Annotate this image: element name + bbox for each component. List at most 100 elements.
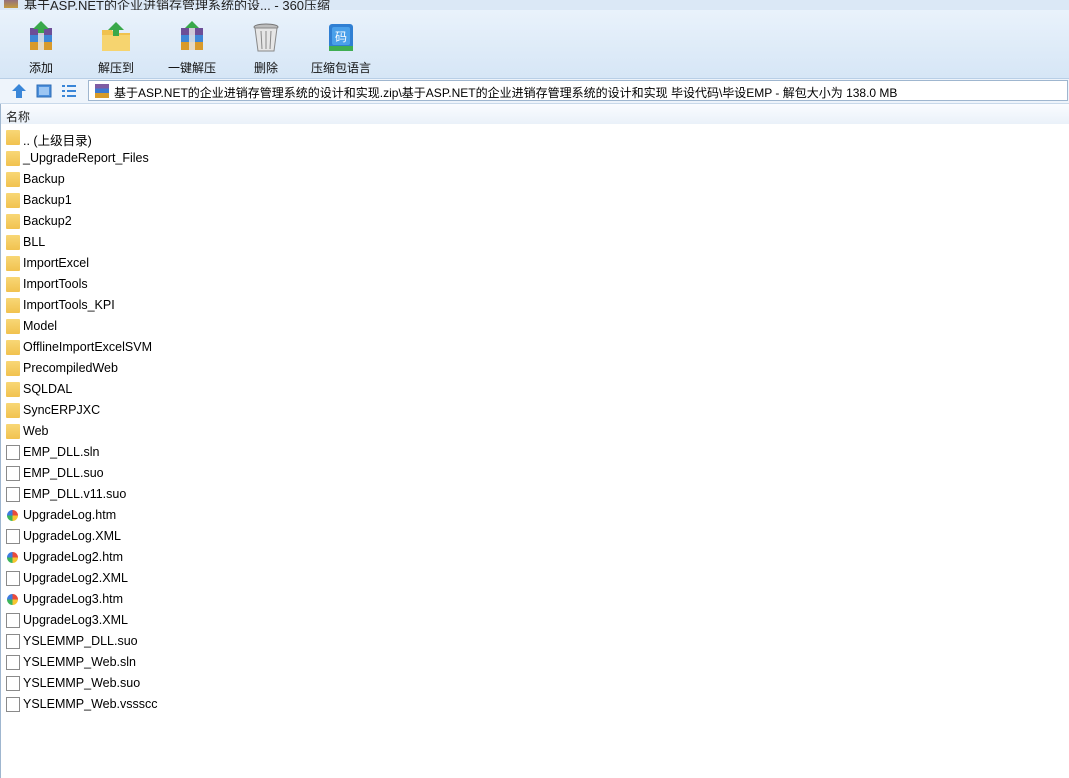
folder-icon — [6, 361, 20, 376]
title-bar: 基于ASP.NET的企业进销存管理系统的设... - 360压缩 — [0, 0, 1069, 10]
list-item[interactable]: UpgradeLog2.htm — [0, 547, 1069, 568]
item-name: Backup — [23, 172, 65, 186]
list-item[interactable]: OfflineImportExcelSVM — [0, 337, 1069, 358]
folder-icon — [6, 193, 20, 208]
archive-language-button[interactable]: 码 压缩包语言 — [306, 10, 376, 76]
item-name: UpgradeLog3.XML — [23, 613, 128, 627]
list-item[interactable]: Web — [0, 421, 1069, 442]
folder-icon — [6, 172, 20, 187]
list-item[interactable]: UpgradeLog3.htm — [0, 589, 1069, 610]
folder-icon — [6, 319, 20, 334]
toolbar: 添加 解压到 一键解压 删除 码 压缩包语言 — [0, 10, 1069, 79]
item-name: YSLEMMP_Web.suo — [23, 676, 141, 690]
web-page-icon — [7, 594, 18, 605]
list-item[interactable]: UpgradeLog3.XML — [0, 610, 1069, 631]
item-name: PrecompiledWeb — [23, 361, 118, 375]
list-item[interactable]: YSLEMMP_Web.suo — [0, 673, 1069, 694]
path-field[interactable]: 基于ASP.NET的企业进销存管理系统的设计和实现.zip\基于ASP.NET的… — [88, 80, 1068, 101]
file-icon — [6, 571, 20, 586]
name-column-header[interactable]: 名称 — [6, 108, 30, 125]
navigation-bar: 基于ASP.NET的企业进销存管理系统的设计和实现.zip\基于ASP.NET的… — [0, 79, 1069, 104]
item-name: Web — [23, 424, 49, 438]
one-click-extract-icon — [181, 21, 203, 50]
extract-to-button[interactable]: 解压到 — [88, 10, 144, 76]
file-icon — [6, 613, 20, 628]
list-item[interactable]: UpgradeLog.htm — [0, 505, 1069, 526]
folder-icon — [6, 256, 20, 271]
list-item[interactable]: EMP_DLL.v11.suo — [0, 484, 1069, 505]
item-name: BLL — [23, 235, 46, 249]
folder-icon — [6, 151, 20, 166]
window-title: 基于ASP.NET的企业进销存管理系统的设... - 360压缩 — [24, 0, 331, 10]
file-icon — [6, 529, 20, 544]
path-text: 基于ASP.NET的企业进销存管理系统的设计和实现.zip\基于ASP.NET的… — [114, 86, 898, 100]
list-item[interactable]: .. (上级目录) — [0, 127, 1069, 148]
list-item[interactable]: YSLEMMP_DLL.suo — [0, 631, 1069, 652]
item-name: SQLDAL — [23, 382, 73, 396]
folder-icon — [6, 424, 20, 439]
item-name: Model — [23, 319, 58, 333]
folder-icon — [6, 277, 20, 292]
list-item[interactable]: Backup1 — [0, 190, 1069, 211]
list-item[interactable]: ImportTools_KPI — [0, 295, 1069, 316]
list-item[interactable]: BLL — [0, 232, 1069, 253]
item-name: YSLEMMP_Web.sln — [23, 655, 137, 669]
list-item[interactable]: PrecompiledWeb — [0, 358, 1069, 379]
folder-icon — [6, 403, 20, 418]
list-item[interactable]: Backup2 — [0, 211, 1069, 232]
folder-icon — [6, 340, 20, 355]
item-name: Backup2 — [23, 214, 72, 228]
file-icon — [6, 487, 20, 502]
extract-to-icon — [102, 22, 130, 51]
list-item[interactable]: UpgradeLog.XML — [0, 526, 1069, 547]
item-name: YSLEMMP_Web.vssscc — [23, 697, 158, 711]
item-name: UpgradeLog.XML — [23, 529, 121, 543]
item-name: .. (上级目录) — [23, 134, 92, 148]
list-view-icon[interactable] — [60, 82, 78, 100]
add-archive-icon — [30, 21, 52, 50]
item-name: EMP_DLL.v11.suo — [23, 487, 127, 501]
zip-archive-icon — [95, 84, 109, 98]
svg-text:码: 码 — [335, 30, 347, 44]
add-button[interactable]: 添加 — [14, 10, 68, 76]
item-name: UpgradeLog2.XML — [23, 571, 128, 585]
up-arrow-icon[interactable] — [10, 82, 28, 100]
archive-language-icon: 码 — [329, 24, 353, 51]
list-item[interactable]: _UpgradeReport_Files — [0, 148, 1069, 169]
item-name: Backup1 — [23, 193, 72, 207]
list-item[interactable]: ImportExcel — [0, 253, 1069, 274]
item-name: EMP_DLL.suo — [23, 466, 104, 480]
file-icon — [6, 655, 20, 670]
thumbnail-view-icon[interactable] — [35, 82, 53, 100]
file-icon — [6, 445, 20, 460]
list-item[interactable]: YSLEMMP_Web.vssscc — [0, 694, 1069, 715]
list-item[interactable]: YSLEMMP_Web.sln — [0, 652, 1069, 673]
list-item[interactable]: UpgradeLog2.XML — [0, 568, 1069, 589]
app-icon — [4, 0, 18, 8]
folder-icon — [6, 130, 20, 145]
one-click-extract-button[interactable]: 一键解压 — [160, 10, 224, 76]
item-name: _UpgradeReport_Files — [23, 151, 149, 165]
file-icon — [6, 634, 20, 649]
item-name: EMP_DLL.sln — [23, 445, 100, 459]
folder-icon — [6, 214, 20, 229]
item-name: UpgradeLog2.htm — [23, 550, 124, 564]
file-icon — [6, 697, 20, 712]
list-item[interactable]: EMP_DLL.suo — [0, 463, 1069, 484]
folder-icon — [6, 382, 20, 397]
column-header[interactable]: 名称 — [0, 104, 1069, 124]
item-name: OfflineImportExcelSVM — [23, 340, 152, 354]
web-page-icon — [7, 510, 18, 521]
list-item[interactable]: SyncERPJXC — [0, 400, 1069, 421]
folder-icon — [6, 298, 20, 313]
item-name: ImportTools_KPI — [23, 298, 115, 312]
delete-button[interactable]: 删除 — [240, 10, 292, 76]
item-name: ImportExcel — [23, 256, 89, 270]
web-page-icon — [7, 552, 18, 563]
list-item[interactable]: Backup — [0, 169, 1069, 190]
list-item[interactable]: ImportTools — [0, 274, 1069, 295]
list-item[interactable]: Model — [0, 316, 1069, 337]
list-item[interactable]: EMP_DLL.sln — [0, 442, 1069, 463]
item-name: SyncERPJXC — [23, 403, 101, 417]
list-item[interactable]: SQLDAL — [0, 379, 1069, 400]
